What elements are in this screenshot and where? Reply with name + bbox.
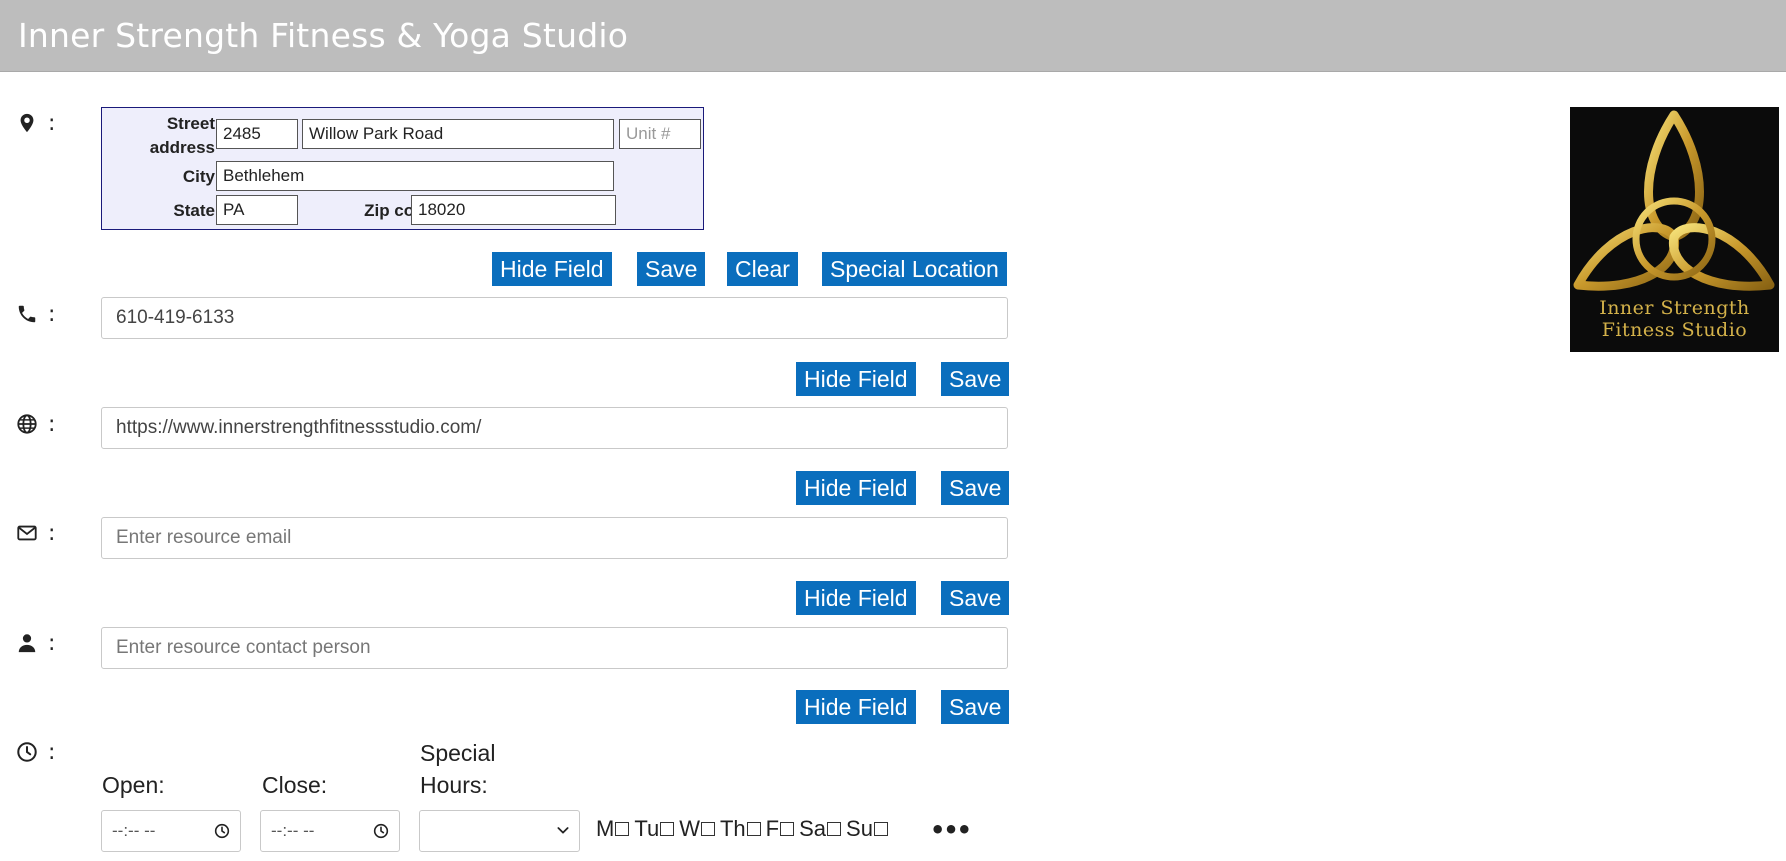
- website-save-button[interactable]: Save: [941, 471, 1010, 505]
- day-label: W: [679, 816, 700, 841]
- phone-row-label: :: [16, 299, 64, 329]
- day-label: Sa: [799, 816, 827, 841]
- logo-text-line1: Inner Strength: [1599, 297, 1750, 319]
- chevron-down-icon: [557, 827, 569, 834]
- website-row-label: :: [16, 409, 64, 439]
- day-checkbox[interactable]: [746, 822, 761, 836]
- colon: :: [48, 630, 56, 656]
- website-hide-field-button[interactable]: Hide Field: [796, 471, 916, 505]
- day-label: Su: [846, 816, 873, 841]
- email-hide-field-button[interactable]: Hide Field: [796, 581, 916, 615]
- contact-person-input[interactable]: [101, 627, 1008, 669]
- email-row-label: :: [16, 518, 64, 548]
- street-address-label: Street address: [149, 114, 215, 157]
- day-checkbox[interactable]: [660, 822, 675, 836]
- state-input[interactable]: [216, 195, 298, 225]
- state-label: State: [173, 201, 215, 220]
- address-clear-button[interactable]: Clear: [727, 252, 798, 286]
- day-saturday[interactable]: Sa: [799, 816, 842, 842]
- phone-icon: [18, 305, 36, 323]
- colon: :: [48, 110, 56, 136]
- day-tuesday[interactable]: Tu: [634, 816, 675, 842]
- studio-logo: Inner Strength Fitness Studio: [1570, 107, 1779, 352]
- envelope-icon: [17, 525, 37, 541]
- user-icon: [18, 634, 36, 653]
- hours-row-label: :: [16, 737, 64, 767]
- special-hours-label-line2: Hours:: [420, 772, 488, 798]
- special-hours-select[interactable]: [419, 810, 580, 852]
- day-checkbox[interactable]: [700, 822, 715, 836]
- globe-icon: [17, 414, 37, 434]
- unit-input[interactable]: [619, 119, 701, 149]
- more-options-button[interactable]: •••: [930, 818, 972, 842]
- day-label: M: [596, 816, 615, 841]
- city-label: City: [182, 167, 215, 186]
- colon: :: [48, 301, 56, 327]
- street-number-input[interactable]: [216, 119, 298, 149]
- day-sunday[interactable]: Su: [846, 816, 888, 842]
- special-hours-label-line1: Special: [420, 740, 496, 766]
- website-input[interactable]: [101, 407, 1008, 449]
- day-checkbox[interactable]: [780, 822, 795, 836]
- colon: :: [48, 411, 56, 437]
- map-pin-icon: [20, 113, 34, 133]
- open-label: Open:: [102, 772, 165, 798]
- address-box: Street address City State Zip code: [101, 107, 704, 230]
- address-hide-field-button[interactable]: Hide Field: [492, 252, 612, 286]
- email-save-button[interactable]: Save: [941, 581, 1010, 615]
- page-header: Inner Strength Fitness & Yoga Studio: [0, 0, 1786, 72]
- day-label: Th: [719, 816, 746, 841]
- close-time-input[interactable]: --:-- --: [260, 810, 400, 852]
- phone-input[interactable]: [101, 297, 1008, 339]
- address-row-label: :: [16, 108, 64, 138]
- contact-save-button[interactable]: Save: [941, 690, 1010, 724]
- logo-text-line2: Fitness Studio: [1601, 319, 1748, 341]
- day-label: Tu: [634, 816, 660, 841]
- special-location-button[interactable]: Special Location: [822, 252, 1007, 286]
- day-checkbox[interactable]: [873, 822, 888, 836]
- day-wednesday[interactable]: W: [679, 816, 715, 842]
- address-save-button[interactable]: Save: [637, 252, 706, 286]
- clock-icon: [214, 823, 230, 839]
- day-checkbox[interactable]: [615, 822, 630, 836]
- day-checkboxes: M Tu W Th F Sa Su: [596, 816, 893, 842]
- day-monday[interactable]: M: [596, 816, 630, 842]
- day-label: F: [765, 816, 780, 841]
- phone-save-button[interactable]: Save: [941, 362, 1010, 396]
- colon: :: [48, 739, 56, 765]
- colon: :: [48, 520, 56, 546]
- day-thursday[interactable]: Th: [720, 816, 761, 842]
- close-time-value: --:-- --: [271, 821, 315, 840]
- contact-hide-field-button[interactable]: Hide Field: [796, 690, 916, 724]
- phone-hide-field-button[interactable]: Hide Field: [796, 362, 916, 396]
- clock-icon: [373, 823, 389, 839]
- city-input[interactable]: [216, 161, 614, 191]
- zip-input[interactable]: [411, 195, 616, 225]
- contact-row-label: :: [16, 628, 64, 658]
- clock-icon: [17, 742, 37, 762]
- street-name-input[interactable]: [302, 119, 614, 149]
- day-checkbox[interactable]: [827, 822, 842, 836]
- page-title: Inner Strength Fitness & Yoga Studio: [18, 16, 629, 55]
- open-time-input[interactable]: --:-- --: [101, 810, 241, 852]
- email-input[interactable]: [101, 517, 1008, 559]
- open-time-value: --:-- --: [112, 821, 156, 840]
- close-label: Close:: [262, 772, 328, 798]
- day-friday[interactable]: F: [765, 816, 795, 842]
